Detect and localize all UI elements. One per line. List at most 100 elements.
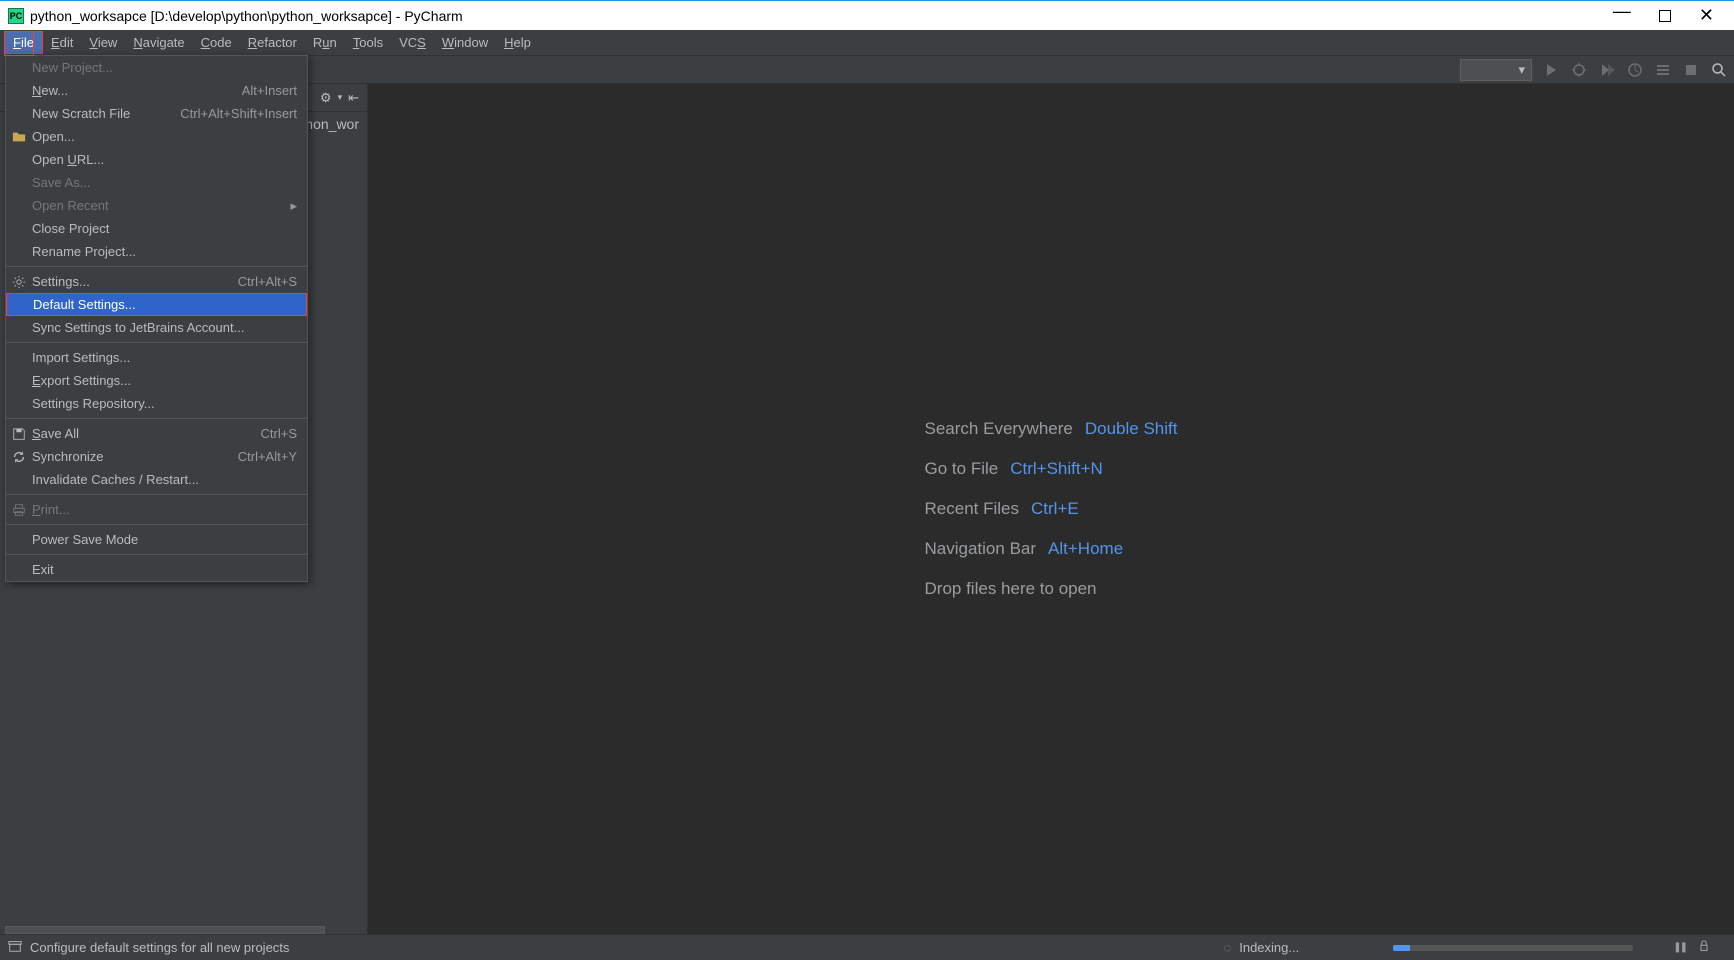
menu-item-label: Rename Project... (32, 244, 136, 259)
file-menu-synchronize[interactable]: SynchronizeCtrl+Alt+Y (6, 445, 307, 468)
hint-shortcut: Alt+Home (1048, 539, 1123, 559)
menu-code[interactable]: Code (193, 32, 240, 53)
gear-icon[interactable]: ⚙ (320, 90, 332, 106)
menu-item-shortcut: Alt+Insert (242, 83, 297, 98)
file-menu-save-all[interactable]: Save AllCtrl+S (6, 422, 307, 445)
file-menu-open-url[interactable]: Open URL... (6, 148, 307, 171)
hint-shortcut: Ctrl+Shift+N (1010, 459, 1103, 479)
menu-separator (6, 266, 307, 267)
editor-area: Search Everywhere Double Shift Go to File C… (368, 84, 1734, 934)
file-menu-close-project[interactable]: Close Project (6, 217, 307, 240)
menu-help[interactable]: Help (496, 32, 539, 53)
menu-item-label: Sync Settings to JetBrains Account... (32, 320, 244, 335)
menu-vcs[interactable]: VCS (391, 32, 434, 53)
menu-separator (6, 494, 307, 495)
search-icon[interactable] (1710, 61, 1728, 79)
concurrency-icon[interactable] (1654, 61, 1672, 79)
hint-text: Go to File (925, 459, 999, 479)
menu-item-label: Open URL... (32, 152, 104, 167)
file-menu-import-settings[interactable]: Import Settings... (6, 346, 307, 369)
settings-icon (11, 274, 27, 290)
lock-icon[interactable] (1698, 940, 1710, 955)
editor-hints: Search Everywhere Double Shift Go to File C… (925, 419, 1178, 599)
file-menu-default-settings[interactable]: Default Settings... (6, 293, 307, 316)
dropdown-icon: ▾ (1518, 62, 1525, 78)
file-menu-open[interactable]: Open... (6, 125, 307, 148)
statusbar-info-icon[interactable] (8, 939, 22, 956)
hint-text: Navigation Bar (925, 539, 1037, 559)
file-menu-settings[interactable]: Settings...Ctrl+Alt+S (6, 270, 307, 293)
file-menu-open-recent: Open Recent ▸ (6, 194, 307, 217)
menu-separator (6, 524, 307, 525)
statusbar: Configure default settings for all new p… (0, 934, 1734, 960)
editor-hint-row: Navigation Bar Alt+Home (925, 539, 1178, 559)
menu-item-shortcut: Ctrl+S (261, 426, 297, 441)
menu-item-label: Settings... (32, 274, 90, 289)
debug-icon[interactable] (1570, 61, 1588, 79)
menu-separator (6, 342, 307, 343)
menu-item-label: Power Save Mode (32, 532, 138, 547)
file-menu-exit[interactable]: Exit (6, 558, 307, 581)
hint-shortcut: Double Shift (1085, 419, 1178, 439)
menu-separator (6, 418, 307, 419)
menu-item-label: Open... (32, 129, 75, 144)
submenu-arrow-icon: ▸ (290, 198, 297, 214)
hint-shortcut: Ctrl+E (1031, 499, 1079, 519)
menu-item-label: Print... (32, 502, 70, 517)
menu-item-label: Exit (32, 562, 54, 577)
file-menu-new-project: New Project... (6, 56, 307, 79)
maximize-button[interactable] (1659, 10, 1671, 22)
menu-run[interactable]: Run (305, 32, 345, 53)
menu-item-label: New Project... (32, 60, 113, 75)
menu-window[interactable]: Window (434, 32, 496, 53)
hint-text: Drop files here to open (925, 579, 1097, 599)
menu-item-label: New Scratch File (32, 106, 130, 121)
menu-item-label: Save As... (32, 175, 91, 190)
menu-edit[interactable]: Edit (43, 32, 81, 53)
scrollbar-horizontal[interactable] (5, 926, 325, 934)
menu-item-label: Settings Repository... (32, 396, 155, 411)
collapse-icon[interactable]: ⇤ (348, 90, 359, 106)
file-menu-new[interactable]: New... Alt+Insert (6, 79, 307, 102)
editor-hint-row: Drop files here to open (925, 579, 1178, 599)
file-menu-export-settings[interactable]: Export Settings... (6, 369, 307, 392)
menu-item-label: Export Settings... (32, 373, 131, 388)
minimize-button[interactable]: — (1613, 1, 1631, 22)
menu-tools[interactable]: Tools (345, 32, 391, 53)
pause-indexing-icon[interactable]: ❚❚ (1673, 942, 1686, 953)
titlebar-text: python_worksapce [D:\develop\python\pyth… (30, 8, 1613, 24)
menu-refactor[interactable]: Refactor (240, 32, 305, 53)
file-menu-power-save-mode[interactable]: Power Save Mode (6, 528, 307, 551)
close-button[interactable]: ✕ (1699, 5, 1714, 26)
run-config-dropdown[interactable]: ▾ (1460, 59, 1532, 81)
file-menu-rename-project[interactable]: Rename Project... (6, 240, 307, 263)
menu-item-shortcut: Ctrl+Alt+Shift+Insert (180, 106, 297, 121)
project-root-label: thon_wor (301, 116, 359, 132)
file-menu-sync-settings-to-jetbrains-account[interactable]: Sync Settings to JetBrains Account... (6, 316, 307, 339)
file-menu-new-scratch-file[interactable]: New Scratch File Ctrl+Alt+Shift+Insert (6, 102, 307, 125)
stop-icon[interactable] (1682, 61, 1700, 79)
statusbar-left-text: Configure default settings for all new p… (30, 940, 289, 955)
run-icon[interactable] (1542, 61, 1560, 79)
editor-hint-row: Go to File Ctrl+Shift+N (925, 459, 1178, 479)
menubar: FileEditViewNavigateCodeRefactorRunTools… (0, 30, 1734, 56)
file-menu: New Project... New... Alt+Insert New Scratc… (5, 55, 308, 582)
dropdown-icon[interactable]: ▾ (338, 92, 343, 103)
menu-item-label: New... (32, 83, 68, 98)
app-icon: PC (8, 8, 24, 24)
file-menu-print: Print... (6, 498, 307, 521)
menu-item-label: Invalidate Caches / Restart... (32, 472, 199, 487)
file-menu-save-as: Save As... (6, 171, 307, 194)
editor-hint-row: Search Everywhere Double Shift (925, 419, 1178, 439)
run-with-coverage-icon[interactable] (1598, 61, 1616, 79)
profiler-icon[interactable] (1626, 61, 1644, 79)
folder-icon (11, 129, 27, 145)
menu-file[interactable]: File (4, 31, 43, 54)
file-menu-invalidate-caches-restart[interactable]: Invalidate Caches / Restart... (6, 468, 307, 491)
hint-text: Search Everywhere (925, 419, 1073, 439)
file-menu-settings-repository[interactable]: Settings Repository... (6, 392, 307, 415)
menu-item-label: Open Recent (32, 198, 109, 213)
menu-navigate[interactable]: Navigate (125, 32, 192, 53)
menu-item-label: Close Project (32, 221, 109, 236)
menu-view[interactable]: View (81, 32, 125, 53)
